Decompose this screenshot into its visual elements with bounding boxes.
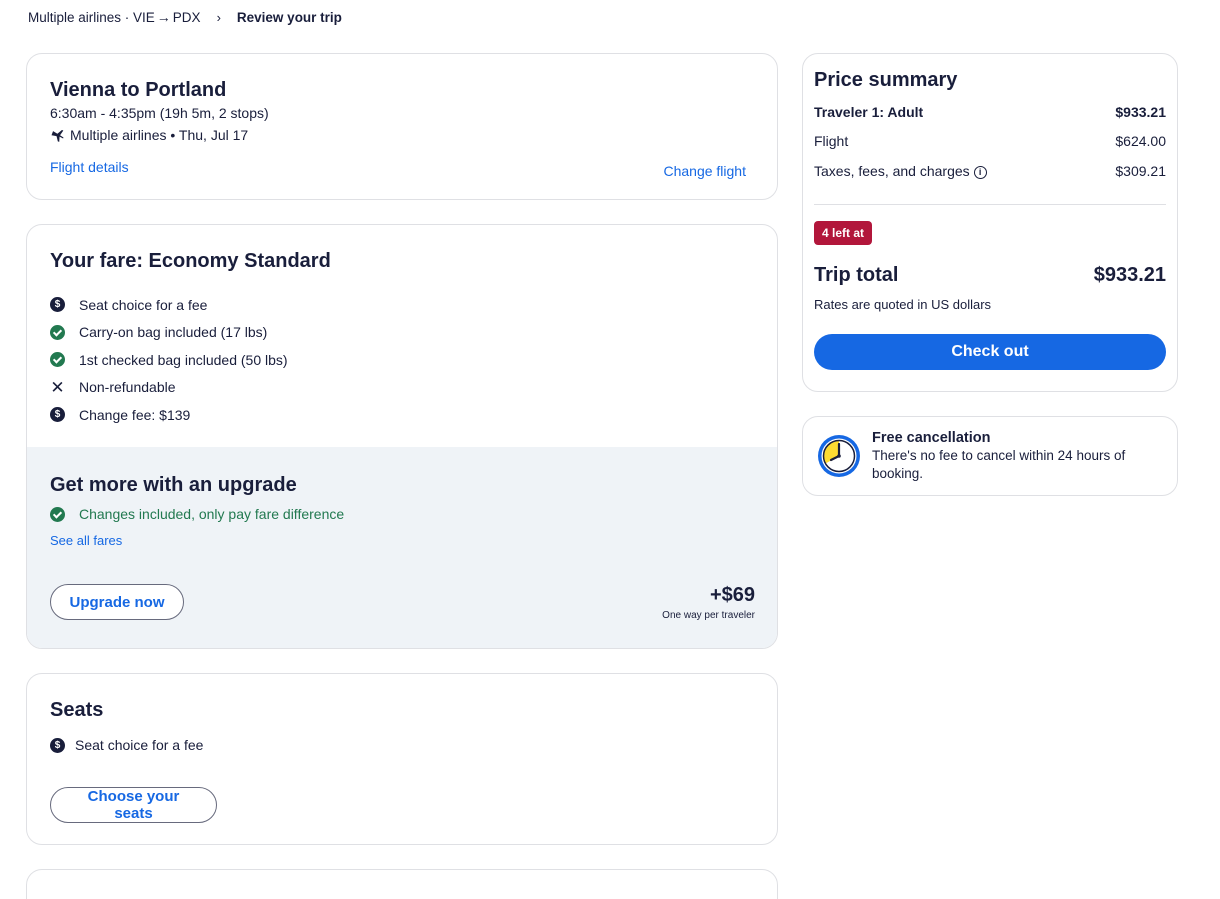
breadcrumb-current: Review your trip — [236, 9, 342, 25]
breadcrumb-destination: PDX — [172, 10, 201, 25]
see-all-fares-link[interactable]: See all fares — [50, 533, 756, 548]
choose-seats-button[interactable]: Choose your seats — [50, 787, 217, 823]
seats-title: Seats — [50, 699, 104, 721]
fare-feature-text: Seat choice for a fee — [79, 296, 208, 313]
fare-feature: ✕ Non-refundable — [50, 374, 754, 402]
chevron-right-icon: › — [216, 9, 221, 25]
info-icon[interactable]: i — [973, 165, 987, 179]
traveler-amount: $933.21 — [1115, 104, 1166, 120]
cancellation-text: Free cancellation There's no fee to canc… — [872, 430, 1164, 482]
flight-airline-row: Multiple airlines • Thu, Jul 17 — [50, 124, 754, 146]
free-cancellation-card: Free cancellation There's no fee to canc… — [802, 416, 1178, 496]
dollar-icon: $ — [50, 407, 65, 423]
fare-feature: 1st checked bag included (50 lbs) — [50, 346, 754, 374]
flight-times: 6:30am - 4:35pm (19h 5m, 2 stops) — [50, 105, 269, 121]
fare-title: Your fare: Economy Standard — [50, 250, 331, 272]
divider — [814, 204, 1166, 205]
check-icon — [50, 352, 65, 368]
price-summary-title: Price summary — [814, 69, 958, 91]
dollar-icon: $ — [50, 737, 65, 753]
airplane-icon — [51, 130, 64, 142]
taxes-amount: $309.21 — [1115, 163, 1166, 179]
checkout-button[interactable]: Check out — [814, 334, 1166, 370]
flight-price-label: Flight — [814, 133, 849, 149]
upgrade-price-amount: +$69 — [709, 584, 755, 606]
cancellation-description: There's no fee to cancel within 24 hours… — [872, 448, 1126, 481]
taxes-label: Taxes, fees, and charges — [814, 163, 970, 179]
upgrade-feature-text: Changes included, only pay fare differen… — [79, 506, 345, 522]
availability-badge: 4 left at — [814, 221, 873, 245]
trip-total-amount: $933.21 — [1093, 264, 1166, 286]
cancellation-title: Free cancellation — [872, 430, 991, 446]
taxes-label-group: Taxes, fees, and charges i — [814, 163, 987, 179]
flight-airline-date: Multiple airlines • Thu, Jul 17 — [70, 127, 249, 143]
breadcrumb: Multiple airlines · VIE → PDX › Review you… — [28, 8, 342, 26]
change-flight-link[interactable]: Change flight — [663, 163, 746, 179]
arrow-right-icon: → — [156, 9, 171, 25]
fare-card: Your fare: Economy Standard $ Seat choic… — [26, 224, 778, 649]
check-icon — [50, 506, 65, 522]
upgrade-price: +$69 One way per traveler — [662, 583, 755, 623]
dollar-icon: $ — [50, 297, 65, 313]
flight-price-row: Flight $624.00 — [814, 126, 1166, 156]
trip-total-row: Trip total $933.21 — [814, 263, 1166, 287]
seats-feature-text: Seat choice for a fee — [75, 737, 204, 753]
fare-feature: Carry-on bag included (17 lbs) — [50, 319, 754, 347]
fare-feature: $ Change fee: $139 — [50, 401, 754, 429]
next-section-card — [26, 869, 778, 899]
upgrade-title: Get more with an upgrade — [50, 474, 297, 496]
flight-details-link[interactable]: Flight details — [50, 159, 129, 175]
upgrade-now-button[interactable]: Upgrade now — [50, 584, 184, 620]
price-summary-card: Price summary Traveler 1: Adult $933.21 … — [802, 53, 1178, 392]
upgrade-section: Get more with an upgrade Changes include… — [27, 447, 777, 648]
flight-route-title: Vienna to Portland — [50, 79, 227, 101]
flight-price-amount: $624.00 — [1115, 133, 1166, 149]
seats-card: Seats $ Seat choice for a fee Choose you… — [26, 673, 778, 845]
check-icon — [50, 324, 65, 340]
x-icon: ✕ — [50, 377, 65, 397]
breadcrumb-airlines: Multiple airlines · VIE — [28, 10, 155, 25]
trip-total-label: Trip total — [814, 264, 899, 286]
clock-icon — [818, 435, 860, 477]
upgrade-price-note: One way per traveler — [662, 610, 755, 621]
fare-feature-text: Change fee: $139 — [79, 406, 191, 423]
fare-feature-text: 1st checked bag included (50 lbs) — [79, 351, 288, 368]
upgrade-feature: Changes included, only pay fare differen… — [50, 503, 756, 525]
fare-feature-text: Carry-on bag included (17 lbs) — [79, 324, 268, 341]
traveler-row: Traveler 1: Adult $933.21 — [814, 98, 1166, 126]
fare-feature-text: Non-refundable — [79, 379, 176, 396]
taxes-row: Taxes, fees, and charges i $309.21 — [814, 156, 1166, 186]
seats-feature: $ Seat choice for a fee — [50, 734, 754, 756]
rates-note: Rates are quoted in US dollars — [814, 297, 992, 312]
traveler-label: Traveler 1: Adult — [814, 104, 924, 120]
breadcrumb-flight-link[interactable]: Multiple airlines · VIE → PDX — [28, 9, 201, 25]
flight-summary-card: Vienna to Portland 6:30am - 4:35pm (19h … — [26, 53, 778, 200]
fare-feature: $ Seat choice for a fee — [50, 291, 754, 319]
